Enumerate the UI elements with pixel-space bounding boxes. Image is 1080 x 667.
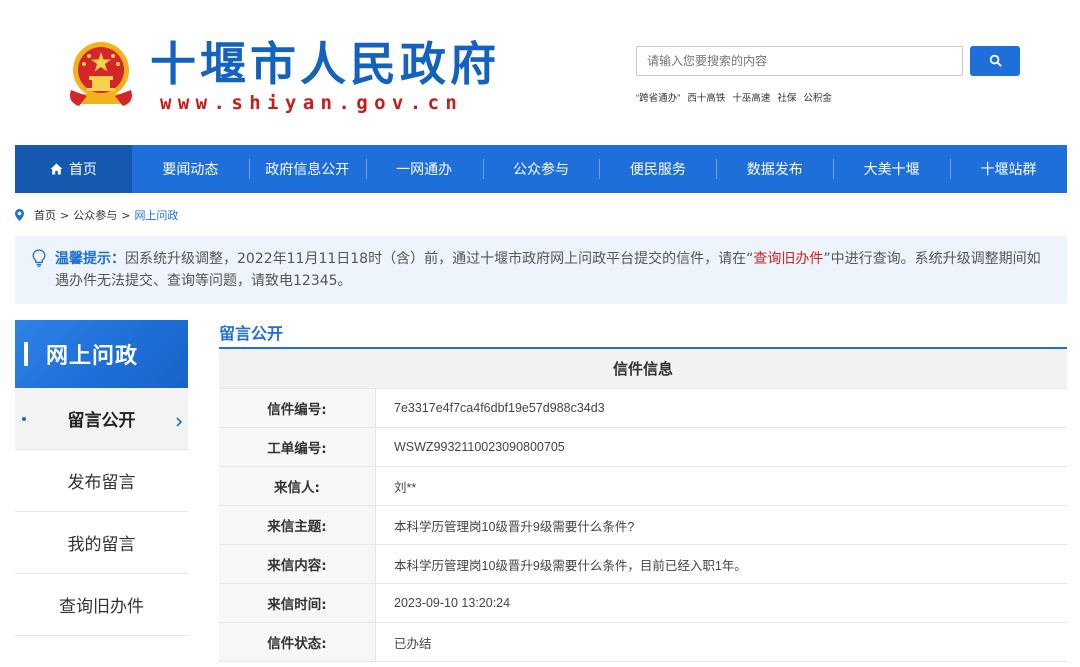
row-label: 信件编号: (219, 389, 376, 427)
location-pin-icon (15, 209, 24, 221)
sidebar-item-label: 发布留言 (67, 473, 136, 493)
section-title-text: 留言公开 (219, 324, 284, 343)
hotword-link[interactable]: 西十高铁 (687, 90, 725, 104)
sidebar-title: 网上问政 (46, 344, 139, 369)
row-value: 7e3317e4f7ca4f6dbf19e57d988c34d3 (394, 401, 605, 415)
site-title[interactable]: 十堰市人民政府 (150, 36, 500, 92)
table-row: 信件编号: 7e3317e4f7ca4f6dbf19e57d988c34d3 (219, 389, 1067, 428)
sidebar: 网上问政 留言公开 发布留言 我的留言 查询旧办件 (15, 320, 188, 636)
hot-search-words: “跨省通办” 西十高铁 十巫高速 社保 公积金 (636, 90, 832, 104)
nav-item-site-group[interactable]: 十堰站群 (950, 145, 1067, 193)
sidebar-item-label: 留言公开 (67, 411, 136, 431)
hotword-link[interactable]: “跨省通办” (636, 90, 680, 104)
nav-item-label: 便民服务 (629, 162, 686, 178)
nav-item-gov-info[interactable]: 政府信息公开 (248, 145, 366, 193)
nav-item-label: 一网通办 (396, 162, 453, 178)
site-url: www.shiyan.gov.cn (160, 92, 464, 114)
row-label: 来信内容: (219, 545, 376, 583)
lightbulb-icon (32, 249, 46, 274)
row-label: 来信时间: (219, 584, 376, 622)
active-dot-icon (22, 417, 26, 421)
table-title: 信件信息 (219, 349, 1067, 389)
nav-item-label: 大美十堰 (863, 162, 920, 178)
row-value: WSWZ9932110023090800705 (394, 440, 565, 454)
national-emblem-icon (65, 38, 137, 112)
row-label: 信件状态: (219, 623, 376, 661)
nav-item-news[interactable]: 要闻动态 (132, 145, 249, 193)
row-label: 来信主题: (219, 506, 376, 544)
nav-item-label: 首页 (68, 162, 97, 178)
row-value: 已办结 (394, 636, 432, 651)
nav-item-convenience[interactable]: 便民服务 (599, 145, 716, 193)
breadcrumb-public-participation[interactable]: 公众参与 (73, 207, 117, 223)
sidebar-item-label: 我的留言 (67, 535, 136, 555)
query-old-cases-link[interactable]: 查询旧办件 (753, 251, 823, 267)
nav-item-label: 要闻动态 (162, 162, 219, 178)
row-label: 工单编号: (219, 428, 376, 466)
sidebar-header-bar (24, 342, 28, 366)
breadcrumb-current[interactable]: 网上问政 (134, 207, 178, 223)
sidebar-item-query-old-cases[interactable]: 查询旧办件 (15, 574, 188, 636)
notice-label: 温馨提示： (55, 251, 125, 267)
nav-item-label: 公众参与 (513, 162, 569, 178)
row-value: 本科学历管理岗10级晋升9级需要什么条件? (394, 519, 635, 534)
table-row: 工单编号: WSWZ9932110023090800705 (219, 428, 1067, 467)
nav-item-online-service[interactable]: 一网通办 (365, 145, 483, 193)
breadcrumb-separator: > (60, 208, 70, 222)
sidebar-item-post-message[interactable]: 发布留言 (15, 450, 188, 512)
breadcrumb: 首页 > 公众参与 > 网上问政 (15, 207, 178, 223)
nav-item-public-participation[interactable]: 公众参与 (482, 145, 600, 193)
row-label: 来信人: (219, 467, 376, 505)
sidebar-header: 网上问政 (15, 320, 188, 388)
sidebar-item-public-messages[interactable]: 留言公开 (15, 388, 188, 450)
breadcrumb-separator: > (121, 208, 131, 222)
home-icon (50, 163, 63, 175)
row-value: 刘** (394, 480, 417, 495)
nav-item-label: 数据发布 (746, 162, 803, 178)
sidebar-item-label: 查询旧办件 (59, 597, 144, 617)
search-button[interactable] (970, 46, 1020, 76)
breadcrumb-home[interactable]: 首页 (34, 207, 56, 223)
hotword-link[interactable]: 公积金 (803, 90, 832, 104)
table-row: 来信主题: 本科学历管理岗10级晋升9级需要什么条件? (219, 506, 1067, 545)
sidebar-item-my-messages[interactable]: 我的留言 (15, 512, 188, 574)
table-row: 来信时间: 2023-09-10 13:20:24 (219, 584, 1067, 623)
hotword-link[interactable]: 社保 (777, 90, 796, 104)
nav-item-label: 政府信息公开 (265, 162, 350, 178)
section-title: 留言公开 (219, 318, 1067, 349)
main-nav: 首页 要闻动态 政府信息公开 一网通办 公众参与 便民服务 数据发布 大美十堰 … (15, 145, 1067, 193)
nav-item-data[interactable]: 数据发布 (716, 145, 833, 193)
notice-banner: 温馨提示：因系统升级调整，2022年11月11日18时（含）前，通过十堰市政府网… (15, 236, 1067, 304)
notice-text: 因系统升级调整，2022年11月11日18时（含）前，通过十堰市政府网上问政平台… (125, 251, 754, 267)
table-row: 来信人: 刘** (219, 467, 1067, 506)
nav-item-home[interactable]: 首页 (15, 145, 132, 193)
search-icon (989, 52, 1002, 71)
table-row: 来信内容: 本科学历管理岗10级晋升9级需要什么条件，目前已经入职1年。 (219, 545, 1067, 584)
table-row: 信件状态: 已办结 (219, 623, 1067, 662)
main-content: 留言公开 信件信息 信件编号: 7e3317e4f7ca4f6dbf19e57d… (219, 318, 1067, 662)
search-input[interactable] (636, 46, 963, 76)
row-value: 2023-09-10 13:20:24 (394, 596, 511, 610)
nav-item-label: 十堰站群 (980, 162, 1037, 178)
row-value: 本科学历管理岗10级晋升9级需要什么条件，目前已经入职1年。 (394, 558, 747, 573)
chevron-right-icon (176, 412, 183, 432)
hotword-link[interactable]: 十巫高速 (732, 90, 770, 104)
nav-item-beautiful-shiyan[interactable]: 大美十堰 (833, 145, 950, 193)
